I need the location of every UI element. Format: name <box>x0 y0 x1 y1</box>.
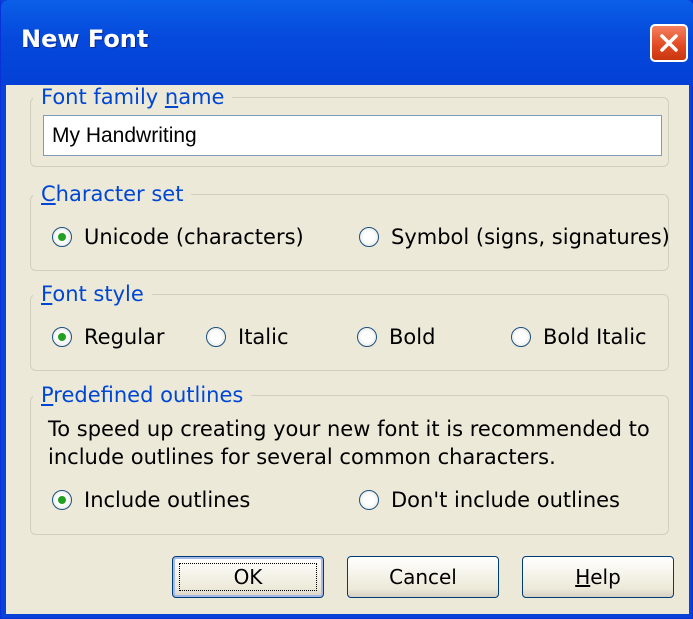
radio-selected-icon <box>52 227 72 247</box>
cancel-button-label: Cancel <box>389 565 457 589</box>
focus-rectangle <box>179 563 317 591</box>
new-font-dialog: New Font Font family name Character set … <box>0 0 693 619</box>
radio-dont-include-outlines[interactable]: Don't include outlines <box>359 488 620 512</box>
outlines-description-line-2: include outlines for several common char… <box>48 445 556 469</box>
radio-symbol-label: Symbol (signs, signatures) <box>391 225 670 249</box>
close-button[interactable] <box>650 24 688 62</box>
predefined-outlines-legend: Predefined outlines <box>41 383 244 407</box>
radio-bold-italic[interactable]: Bold Italic <box>511 325 647 349</box>
radio-include-outlines-label: Include outlines <box>84 488 251 512</box>
title-bar[interactable]: New Font <box>1 0 693 85</box>
radio-selected-icon <box>52 327 72 347</box>
radio-bold-italic-label: Bold Italic <box>543 325 647 349</box>
radio-unicode[interactable]: Unicode (characters) <box>52 225 304 249</box>
radio-selected-icon <box>52 490 72 510</box>
dialog-body: Font family name Character set Unicode (… <box>6 85 689 614</box>
font-style-legend: Font style <box>41 282 144 306</box>
radio-bold-label: Bold <box>389 325 436 349</box>
outlines-description: To speed up creating your new font it is… <box>48 415 650 471</box>
radio-italic-label: Italic <box>238 325 289 349</box>
outlines-description-line-1: To speed up creating your new font it is… <box>48 417 650 441</box>
radio-unicode-label: Unicode (characters) <box>84 225 304 249</box>
radio-unselected-icon <box>206 327 226 347</box>
ok-button[interactable]: OK <box>172 556 324 598</box>
close-icon <box>660 34 678 52</box>
help-button[interactable]: Help <box>522 556 674 598</box>
help-button-label: Help <box>575 565 621 589</box>
radio-unselected-icon <box>359 490 379 510</box>
radio-include-outlines[interactable]: Include outlines <box>52 488 250 512</box>
radio-unselected-icon <box>359 227 379 247</box>
radio-dont-include-outlines-label: Don't include outlines <box>391 488 621 512</box>
radio-regular-label: Regular <box>84 325 165 349</box>
radio-unselected-icon <box>357 327 377 347</box>
radio-bold[interactable]: Bold <box>357 325 435 349</box>
font-family-legend: Font family name <box>41 85 225 109</box>
radio-italic[interactable]: Italic <box>206 325 289 349</box>
dialog-title: New Font <box>21 25 149 53</box>
character-set-legend: Character set <box>41 182 184 206</box>
radio-symbol[interactable]: Symbol (signs, signatures) <box>359 225 670 249</box>
cancel-button[interactable]: Cancel <box>347 556 499 598</box>
radio-regular[interactable]: Regular <box>52 325 165 349</box>
radio-unselected-icon <box>511 327 531 347</box>
font-family-name-input[interactable] <box>43 115 662 156</box>
